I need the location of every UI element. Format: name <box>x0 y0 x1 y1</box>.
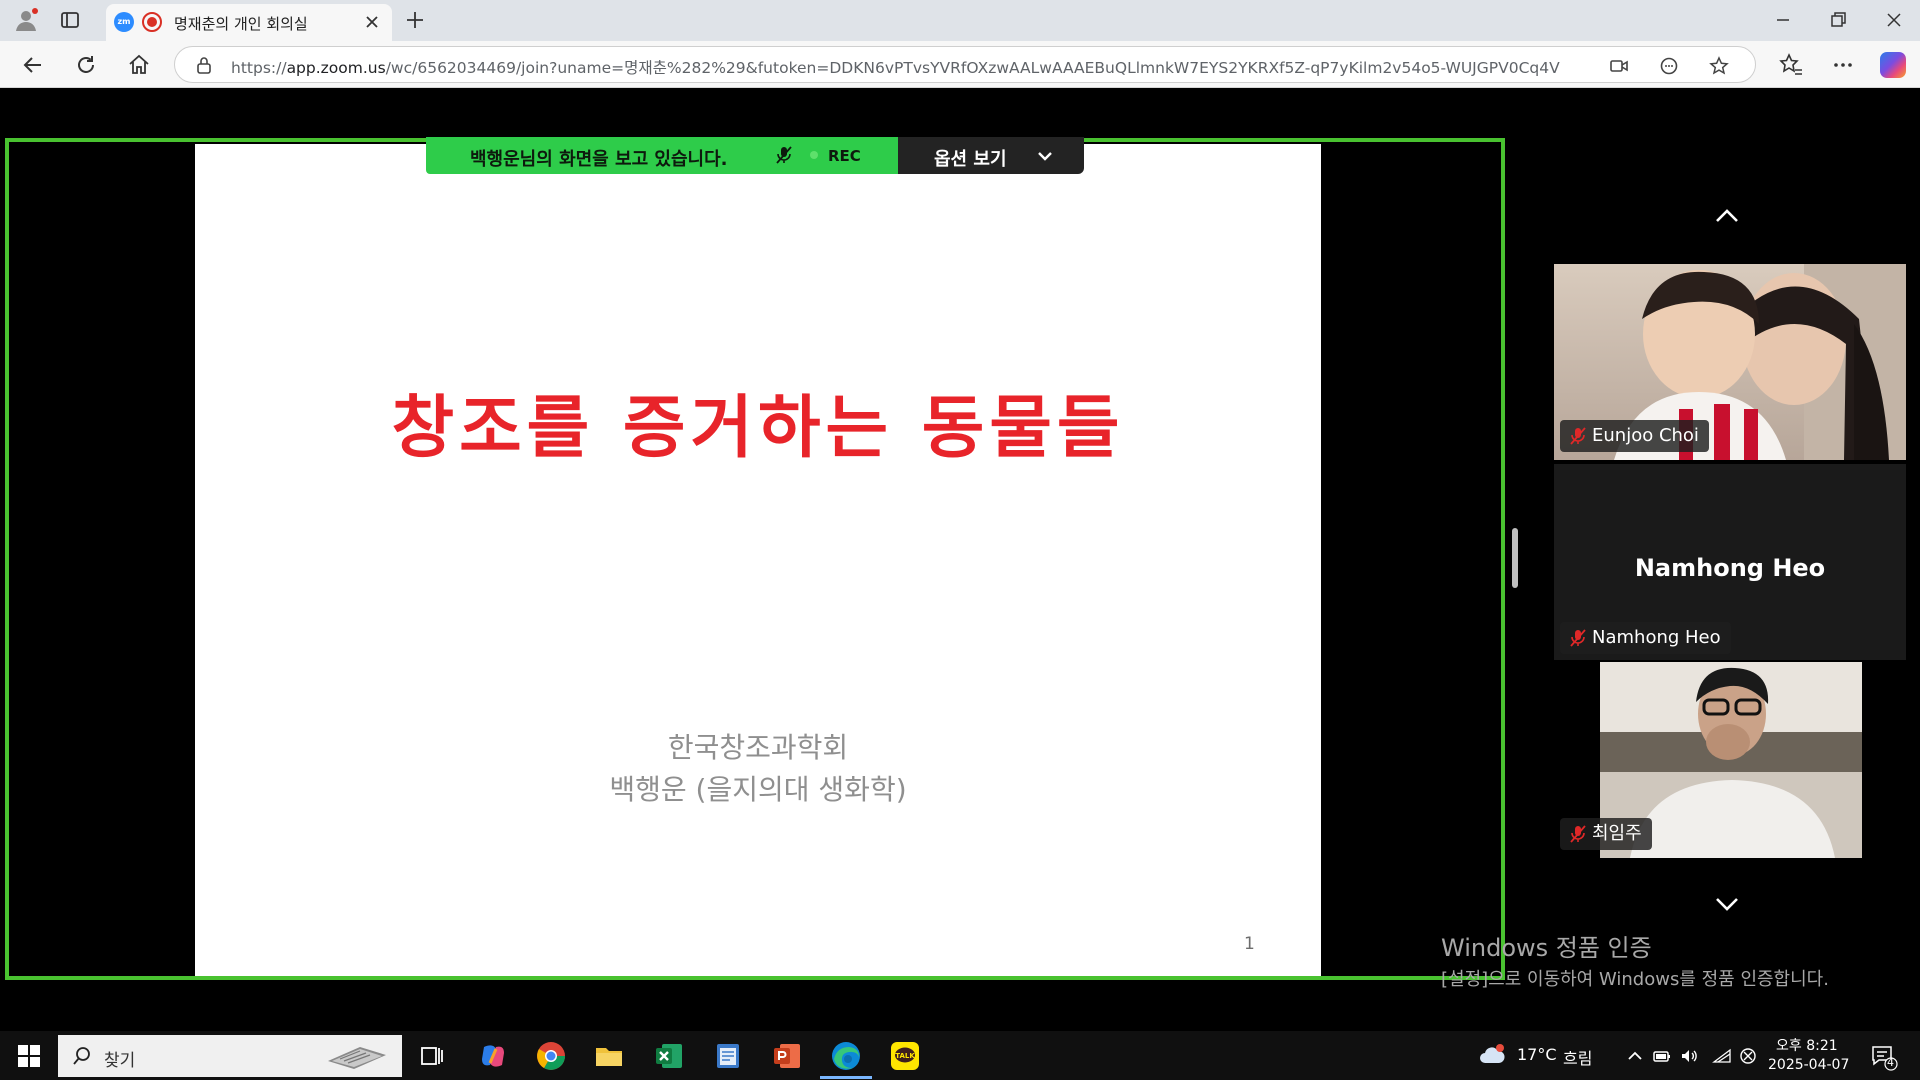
weather-condition: 흐림 <box>1563 1049 1593 1068</box>
address-toolbar: https://app.zoom.us/wc/6562034469/join?u… <box>0 41 1920 88</box>
slide-organization: 한국창조과학회 <box>667 731 849 764</box>
weather-temperature: 17°C <box>1517 1045 1557 1064</box>
participant-tile[interactable]: Eunjoo Choi <box>1554 264 1906 460</box>
participant-name: 최임주 <box>1592 823 1642 844</box>
taskbar-search[interactable]: 찾기 <box>58 1035 402 1077</box>
url-path: /wc/6562034469/join?uname=명재춘%282%29&fut… <box>385 59 1561 77</box>
view-options-button[interactable]: 옵션 보기 <box>898 137 1084 174</box>
clock-date[interactable]: 2025-04-07 <box>1768 1057 1849 1073</box>
chrome-icon[interactable] <box>534 1039 568 1073</box>
svg-text:TALK: TALK <box>895 1052 915 1060</box>
kakaotalk-icon[interactable]: TALK <box>888 1039 922 1073</box>
url-scheme: https:// <box>231 59 287 77</box>
close-icon[interactable] <box>362 12 382 32</box>
participant-name-badge: Namhong Heo <box>1560 622 1731 654</box>
slide-page-number: 1 <box>1244 934 1255 954</box>
participant-tile[interactable]: Namhong Heo Namhong Heo <box>1554 464 1906 660</box>
windows-activation-watermark: Windows 정품 인증 [설정]으로 이동하여 Windows를 정품 인증… <box>1441 928 1829 991</box>
star-icon[interactable] <box>1709 56 1729 76</box>
participant-name: Namhong Heo <box>1592 627 1721 648</box>
news-icon <box>328 1047 386 1069</box>
windows-start-icon[interactable] <box>18 1045 40 1067</box>
volume-icon[interactable] <box>1679 1046 1699 1066</box>
extension-icon[interactable] <box>1659 56 1679 76</box>
watermark-subtitle: [설정]으로 이동하여 Windows를 정품 인증합니다. <box>1441 969 1829 990</box>
slide-presenter: 백행운 (을지의대 생화학) <box>609 773 907 806</box>
participant-name: Eunjoo Choi <box>1592 425 1699 446</box>
participant-gallery: Eunjoo Choi Namhong Heo Namhong Heo 최임주 <box>1524 89 1915 1028</box>
clock-time[interactable]: 오후 8:21 <box>1776 1035 1838 1055</box>
view-options-label: 옵션 보기 <box>934 149 1007 170</box>
weather-cloudy-icon[interactable] <box>1478 1043 1506 1067</box>
url-text[interactable]: https://app.zoom.us/wc/6562034469/join?u… <box>231 56 1561 78</box>
presentation-slide: 창조를 증거하는 동물들 한국창조과학회 백행운 (을지의대 생화학) 1 <box>195 144 1321 976</box>
screen-share-banner: 백행운님의 화면을 보고 있습니다. REC <box>426 137 898 174</box>
window-close-icon[interactable] <box>1882 8 1906 32</box>
home-icon[interactable] <box>126 52 152 78</box>
notepad-icon[interactable] <box>711 1039 745 1073</box>
excel-icon[interactable] <box>652 1039 686 1073</box>
site-info-icon[interactable] <box>195 56 213 74</box>
copilot-icon[interactable] <box>476 1039 510 1073</box>
windows-taskbar: 찾기 TALK 17°C 흐림 오후 8:21 2025-04-07 4 <box>0 1031 1920 1080</box>
edge-icon[interactable] <box>829 1039 863 1073</box>
screen-share-frame: 창조를 증거하는 동물들 한국창조과학회 백행운 (을지의대 생화학) 1 <box>5 138 1505 980</box>
scroll-down-icon[interactable] <box>1712 889 1742 919</box>
chevron-down-icon <box>1038 152 1052 161</box>
zoom-favicon-icon: zm <box>114 12 134 32</box>
watermark-title: Windows 정품 인증 <box>1441 934 1652 962</box>
network-icon[interactable] <box>1712 1046 1732 1066</box>
scroll-up-icon[interactable] <box>1712 201 1742 231</box>
slide-title: 창조를 증거하는 동물들 <box>391 389 1125 468</box>
vpn-icon[interactable] <box>1738 1046 1758 1066</box>
restore-icon[interactable] <box>1826 8 1850 32</box>
participant-name-badge: 최임주 <box>1560 818 1652 850</box>
mic-muted-icon <box>1570 629 1586 647</box>
participant-tile[interactable]: 최임주 <box>1554 662 1906 858</box>
camera-icon[interactable] <box>1609 56 1629 76</box>
chevron-up-icon[interactable] <box>1625 1046 1645 1066</box>
search-placeholder: 찾기 <box>104 1051 136 1071</box>
tab-title: 명재춘의 개인 회의실 <box>174 15 308 33</box>
tab-actions-icon[interactable] <box>60 10 80 30</box>
participant-name-badge: Eunjoo Choi <box>1560 420 1709 452</box>
recording-icon <box>142 12 162 32</box>
panel-resize-handle[interactable] <box>1512 528 1518 588</box>
mic-muted-icon <box>776 146 792 164</box>
powerpoint-icon[interactable] <box>770 1039 804 1073</box>
address-bar[interactable]: https://app.zoom.us/wc/6562034469/join?u… <box>174 46 1756 83</box>
file-explorer-icon[interactable] <box>592 1039 626 1073</box>
recording-label: REC <box>828 147 861 165</box>
browser-tab-bar: zm 명재춘의 개인 회의실 <box>0 0 1920 41</box>
url-host: app.zoom.us <box>286 59 386 77</box>
profile-icon[interactable] <box>14 8 38 32</box>
more-icon[interactable] <box>1830 52 1856 78</box>
search-icon <box>73 1047 90 1065</box>
participant-display-name: Namhong Heo <box>1634 554 1826 582</box>
mic-muted-icon <box>1570 825 1586 843</box>
active-tab[interactable]: zm 명재춘의 개인 회의실 <box>106 4 392 41</box>
recording-dot-icon <box>810 151 818 159</box>
new-tab-icon[interactable] <box>404 9 426 31</box>
copilot-icon[interactable] <box>1880 52 1906 78</box>
back-icon[interactable] <box>20 52 46 78</box>
mic-muted-icon <box>1570 427 1586 445</box>
active-app-indicator <box>820 1076 872 1079</box>
task-view-icon[interactable] <box>415 1039 449 1073</box>
battery-icon[interactable] <box>1652 1046 1672 1066</box>
minimize-icon[interactable] <box>1771 8 1795 32</box>
notification-count: 4 <box>1887 1056 1894 1069</box>
reload-icon[interactable] <box>73 52 99 78</box>
share-status-text: 백행운님의 화면을 보고 있습니다. <box>470 149 728 170</box>
favorites-icon[interactable] <box>1778 52 1804 78</box>
